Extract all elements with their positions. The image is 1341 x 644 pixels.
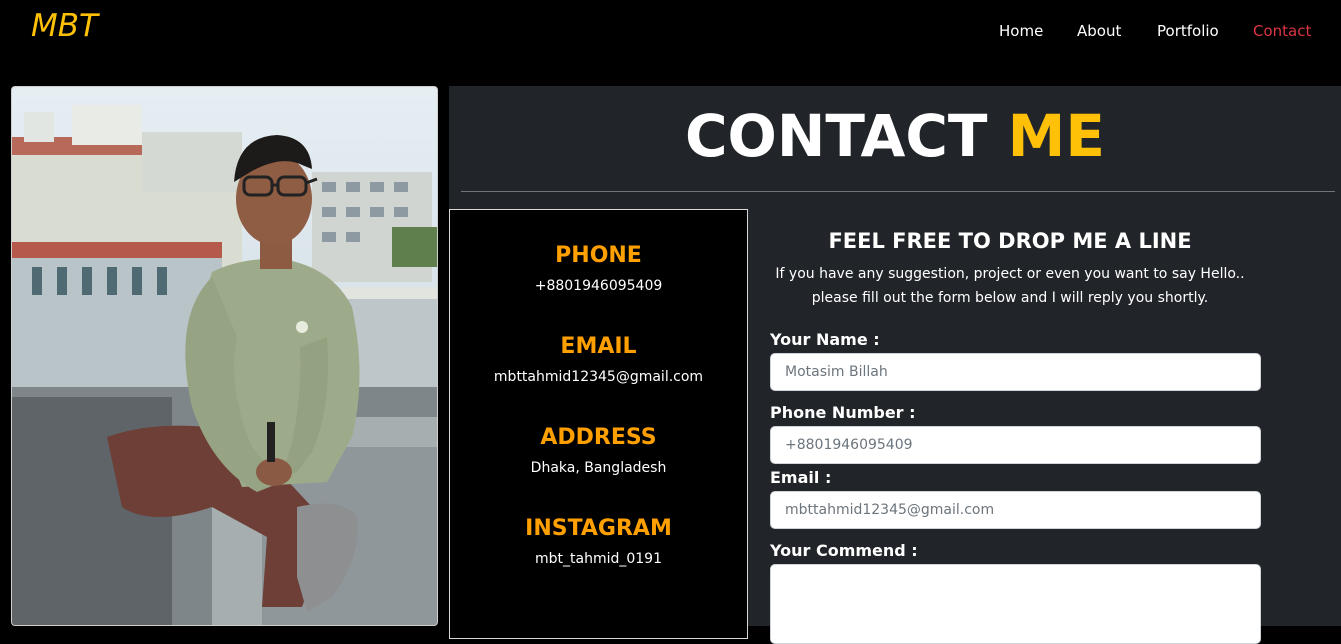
info-item-phone: PHONE +8801946095409 bbox=[450, 241, 747, 296]
phone-input[interactable] bbox=[770, 426, 1261, 464]
contact-section: CONTACT ME PHONE +8801946095409 EMAIL mb… bbox=[449, 86, 1341, 644]
form-subtitle: If you have any suggestion, project or e… bbox=[770, 262, 1250, 310]
info-value-email: mbttahmid12345@gmail.com bbox=[493, 369, 704, 385]
info-value-address: Dhaka, Bangladesh bbox=[530, 460, 667, 476]
email-input[interactable] bbox=[770, 491, 1261, 529]
brand-logo[interactable]: MBT bbox=[31, 6, 98, 46]
contact-info-box: PHONE +8801946095409 EMAIL mbttahmid1234… bbox=[449, 209, 748, 639]
page-title-accent: ME bbox=[1007, 102, 1106, 170]
nav-link-home[interactable]: Home bbox=[999, 20, 1043, 42]
info-value-phone: +8801946095409 bbox=[534, 278, 663, 294]
navbar: MBT Home About Portfolio Contact bbox=[0, 0, 1341, 60]
form-subtitle-line1: If you have any suggestion, project or e… bbox=[775, 266, 1245, 282]
comment-label: Your Commend : bbox=[770, 541, 918, 560]
nav-link-about[interactable]: About bbox=[1077, 20, 1121, 42]
info-label-address: ADDRESS bbox=[540, 425, 657, 450]
page-title: CONTACT ME bbox=[449, 102, 1341, 170]
info-value-instagram: mbt_tahmid_0191 bbox=[535, 551, 662, 567]
info-item-email: EMAIL mbttahmid12345@gmail.com bbox=[450, 332, 747, 387]
divider bbox=[461, 191, 1335, 192]
name-input[interactable] bbox=[770, 353, 1261, 391]
form-subtitle-line2: please fill out the form below and I wil… bbox=[811, 290, 1209, 306]
nav-link-contact[interactable]: Contact bbox=[1253, 20, 1311, 42]
comment-textarea[interactable] bbox=[770, 564, 1261, 644]
info-item-instagram: INSTAGRAM mbt_tahmid_0191 bbox=[450, 514, 747, 569]
info-label-email: EMAIL bbox=[560, 334, 637, 359]
nav-link-portfolio[interactable]: Portfolio bbox=[1157, 20, 1219, 42]
profile-photo-image bbox=[12, 87, 437, 625]
info-item-address: ADDRESS Dhaka, Bangladesh bbox=[450, 423, 747, 478]
email-label: Email : bbox=[770, 468, 832, 487]
info-label-phone: PHONE bbox=[555, 243, 642, 268]
name-label: Your Name : bbox=[770, 330, 880, 349]
page-title-main: CONTACT bbox=[684, 102, 988, 170]
profile-photo bbox=[11, 86, 438, 626]
phone-label: Phone Number : bbox=[770, 403, 916, 422]
info-label-instagram: INSTAGRAM bbox=[525, 516, 672, 541]
form-heading: FEEL FREE TO DROP ME A LINE bbox=[828, 229, 1192, 253]
